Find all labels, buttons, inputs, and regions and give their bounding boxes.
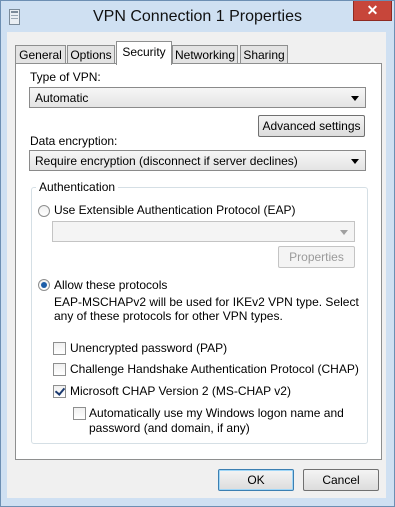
chevron-down-icon [340,230,348,235]
vpn-type-value: Automatic [35,91,89,105]
mschapv2-label[interactable]: Microsoft CHAP Version 2 (MS-CHAP v2) [70,384,291,398]
tab-security[interactable]: Security [116,41,172,65]
ok-button[interactable]: OK [218,469,294,491]
tab-networking[interactable]: Networking [172,45,238,64]
cancel-button[interactable]: Cancel [303,469,379,491]
title-bar[interactable]: VPN Connection 1 Properties ✕ [1,1,394,33]
auto-logon-label[interactable]: Automatically use my Windows logon name … [89,406,344,420]
protocol-description: any of these protocols for other VPN typ… [54,309,283,323]
tab-label: Security [122,45,166,59]
data-encryption-dropdown[interactable]: Require encryption (disconnect if server… [29,150,366,171]
pap-checkbox[interactable] [53,342,66,355]
close-button[interactable]: ✕ [353,1,392,21]
vpn-type-dropdown[interactable]: Automatic [29,87,366,108]
eap-method-dropdown[interactable] [52,221,355,242]
auto-logon-checkbox[interactable] [73,407,86,420]
window-title: VPN Connection 1 Properties [93,8,302,25]
close-icon: ✕ [366,2,379,18]
tab-label: Options [70,48,112,62]
eap-radio[interactable] [38,205,50,217]
allow-protocols-label[interactable]: Allow these protocols [54,278,167,292]
tab-sharing[interactable]: Sharing [240,45,288,64]
tab-label: Sharing [243,48,285,62]
tab-label: Networking [174,48,236,62]
auto-logon-label[interactable]: password (and domain, if any) [89,421,250,435]
properties-button[interactable]: Properties [278,246,355,268]
authentication-legend: Authentication [36,180,119,194]
advanced-settings-button[interactable]: Advanced settings [258,115,365,137]
chevron-down-icon [351,159,359,164]
protocol-description: EAP-MSCHAPv2 will be used for IKEv2 VPN … [54,295,359,309]
pap-label[interactable]: Unencrypted password (PAP) [70,341,227,355]
chap-label[interactable]: Challenge Handshake Authentication Proto… [70,362,359,376]
chap-checkbox[interactable] [53,363,66,376]
vpn-type-label: Type of VPN: [30,70,101,84]
eap-radio-label[interactable]: Use Extensible Authentication Protocol (… [54,203,295,217]
mschapv2-checkbox[interactable] [53,385,66,398]
allow-protocols-radio[interactable] [38,279,50,291]
data-encryption-value: Require encryption (disconnect if server… [35,154,298,168]
data-encryption-label: Data encryption: [30,134,118,148]
chevron-down-icon [351,96,359,101]
tab-general[interactable]: General [15,45,66,64]
tab-label: General [19,48,62,62]
tab-options[interactable]: Options [67,45,115,64]
